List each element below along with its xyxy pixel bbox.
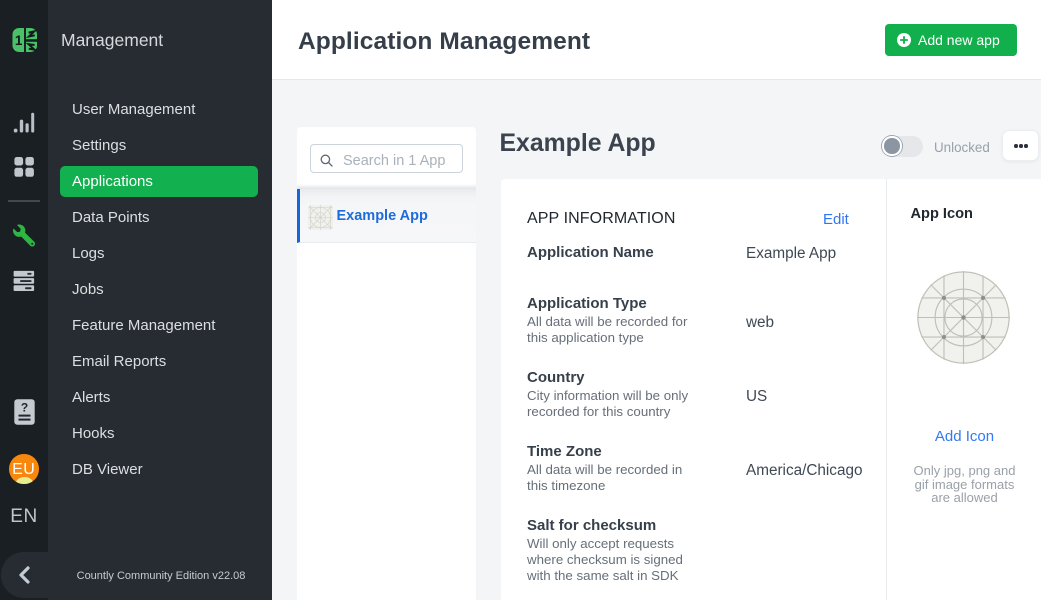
svg-text:?: ? (20, 401, 27, 415)
svg-text:1: 1 (15, 33, 23, 48)
